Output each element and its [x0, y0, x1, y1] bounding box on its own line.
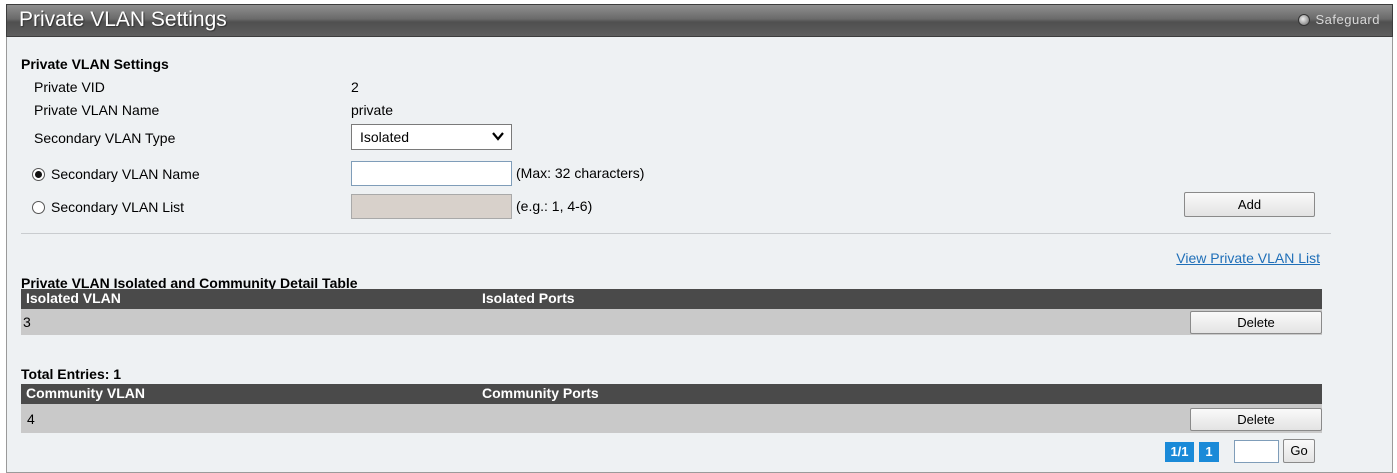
secondary-vlan-name-input[interactable] [351, 161, 512, 186]
isolated-vlan-column-header: Isolated VLAN [26, 290, 121, 306]
title-bar: Private VLAN Settings Safeguard [6, 4, 1393, 37]
safeguard-label: Safeguard [1315, 12, 1380, 27]
isolated-vlan-cell: 3 [23, 314, 31, 330]
community-delete-button[interactable]: Delete [1190, 408, 1322, 431]
private-vid-label: Private VID [34, 79, 105, 95]
chevron-down-icon [492, 132, 504, 141]
secondary-vlan-name-label: Secondary VLAN Name [51, 166, 200, 182]
page-jump-input[interactable] [1234, 440, 1279, 463]
community-ports-column-header: Community Ports [482, 385, 599, 401]
page-title: Private VLAN Settings [19, 8, 227, 31]
isolated-table-header: Isolated VLAN Isolated Ports [21, 289, 1322, 309]
safeguard-indicator: Safeguard [1297, 12, 1381, 27]
secondary-vlan-list-input[interactable] [351, 194, 512, 219]
secondary-vlan-list-label: Secondary VLAN List [51, 199, 185, 215]
secondary-vlan-list-hint: (e.g.: 1, 4-6) [516, 198, 593, 214]
community-table-header: Community VLAN Community Ports [21, 384, 1322, 404]
total-entries: Total Entries: 1 [21, 366, 122, 382]
view-private-vlan-list-link[interactable]: View Private VLAN List [1176, 250, 1320, 266]
isolated-ports-column-header: Isolated Ports [482, 290, 575, 306]
community-vlan-column-header: Community VLAN [26, 385, 145, 401]
secondary-vlan-list-radio[interactable] [32, 201, 45, 214]
secondary-vlan-name-hint: (Max: 32 characters) [516, 165, 645, 181]
page-link-1[interactable]: 1 [1199, 442, 1219, 462]
private-vid-value: 2 [351, 79, 359, 95]
content-panel: Private VLAN Settings Private VID 2 Priv… [6, 37, 1393, 473]
section-divider [21, 233, 1331, 234]
community-vlan-cell: 4 [27, 411, 35, 427]
private-vlan-name-label: Private VLAN Name [34, 102, 160, 118]
section-title: Private VLAN Settings [21, 56, 169, 72]
isolated-delete-button[interactable]: Delete [1190, 311, 1322, 334]
secondary-vlan-type-label: Secondary VLAN Type [34, 130, 176, 146]
table-row: 4 Delete [21, 404, 1322, 433]
page-info: 1/1 [1165, 442, 1194, 462]
private-vlan-name-value: private [351, 102, 394, 118]
add-button[interactable]: Add [1184, 192, 1315, 217]
secondary-vlan-type-select[interactable]: Isolated [351, 124, 512, 150]
safeguard-icon [1297, 13, 1310, 26]
secondary-vlan-type-value: Isolated [360, 129, 410, 145]
table-row: 3 Delete [21, 309, 1322, 335]
secondary-vlan-name-radio[interactable] [32, 168, 45, 181]
go-button[interactable]: Go [1283, 439, 1315, 463]
